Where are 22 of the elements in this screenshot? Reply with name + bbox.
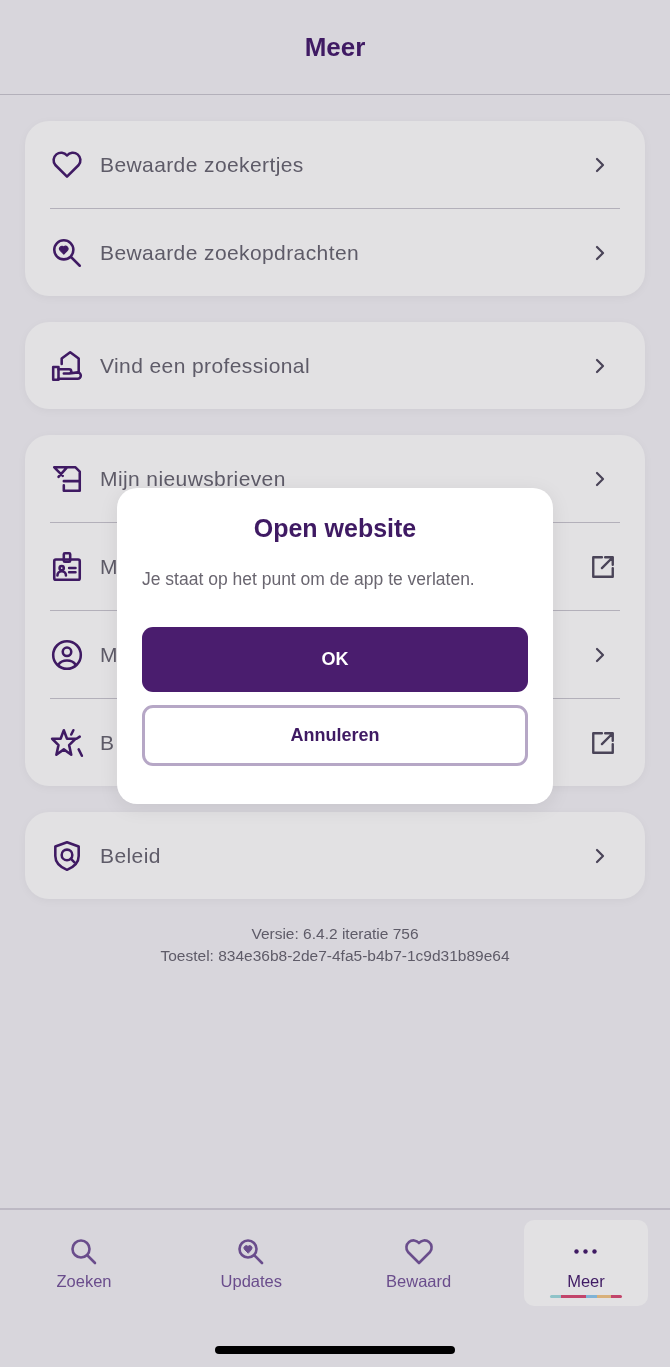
- tab-item[interactable]: Zoeken: [22, 1220, 146, 1306]
- house-icon: [50, 348, 84, 383]
- tab-item[interactable]: Bewaard: [356, 1220, 481, 1306]
- tab-item[interactable]: Updates: [189, 1220, 314, 1306]
- menu-item[interactable]: Bewaarde zoekertjes: [100, 152, 576, 177]
- menu-item[interactable]: Bewaarde zoekopdrachten: [100, 240, 576, 265]
- menu-item[interactable]: Vind een professional: [100, 353, 576, 378]
- tab-item[interactable]: Meer: [524, 1220, 648, 1306]
- ok-button[interactable]: OK: [142, 627, 528, 692]
- badge-icon: [50, 549, 84, 584]
- external-link-icon: [590, 553, 616, 580]
- cancel-button[interactable]: Annuleren: [142, 705, 528, 766]
- version-text: Versie: 6.4.2 iteratie 756: [251, 925, 419, 943]
- dialog-title: Open website: [253, 514, 417, 543]
- dialog-message: Je staat op het punt om de app te verlaten.: [142, 569, 475, 590]
- more-icon: [574, 1249, 598, 1254]
- menu-item[interactable]: Mijn nieuwsbrieven: [100, 466, 576, 491]
- external-link-icon: [590, 729, 616, 756]
- menu-item[interactable]: Beleid: [100, 843, 576, 868]
- page-title: Meer: [304, 31, 366, 63]
- device-id-text: Toestel: 834e36b8-2de7-4fa5-b4b7-1c9d31b89e64: [160, 947, 510, 965]
- user-icon: [50, 637, 84, 672]
